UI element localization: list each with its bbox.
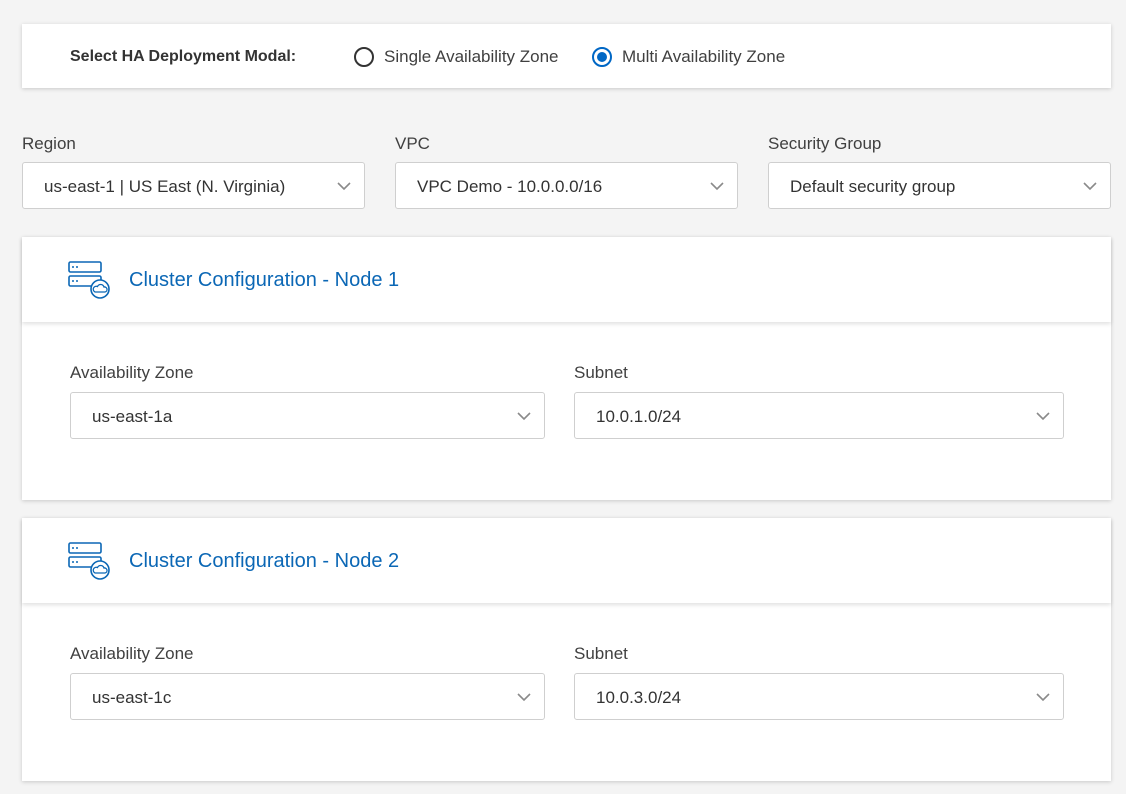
node-1-az-label: Availability Zone bbox=[70, 363, 194, 382]
vpc-select[interactable]: VPC Demo - 10.0.0.0/16 bbox=[395, 162, 738, 209]
security-group-select[interactable]: Default security group bbox=[768, 162, 1111, 209]
server-cloud-icon bbox=[68, 542, 110, 580]
region-select[interactable]: us-east-1 | US East (N. Virginia) bbox=[22, 162, 365, 209]
node-1-az-value: us-east-1a bbox=[92, 407, 173, 426]
region-value: us-east-1 | US East (N. Virginia) bbox=[44, 177, 286, 196]
chevron-down-icon bbox=[710, 182, 724, 191]
node-2-title: Cluster Configuration - Node 2 bbox=[129, 550, 400, 572]
node-1-subnet-value: 10.0.1.0/24 bbox=[596, 407, 682, 426]
chevron-down-icon bbox=[1036, 693, 1050, 702]
radio-unchecked-icon[interactable] bbox=[354, 47, 374, 67]
region-label: Region bbox=[22, 134, 76, 153]
chevron-down-icon bbox=[517, 693, 531, 702]
node-2-az-select[interactable]: us-east-1c bbox=[70, 673, 545, 720]
chevron-down-icon bbox=[337, 182, 351, 191]
radio-single-az-label: Single Availability Zone bbox=[384, 47, 559, 66]
ha-deployment-label: Select HA Deployment Modal: bbox=[70, 48, 297, 65]
node-2-az-value: us-east-1c bbox=[92, 688, 172, 707]
node-1-title: Cluster Configuration - Node 1 bbox=[129, 269, 400, 291]
node-2-header: Cluster Configuration - Node 2 bbox=[22, 518, 1111, 603]
node-2-card: Cluster Configuration - Node 2 Availabil… bbox=[22, 518, 1111, 781]
vpc-value: VPC Demo - 10.0.0.0/16 bbox=[417, 177, 603, 196]
node-2-subnet-label: Subnet bbox=[574, 644, 628, 663]
radio-multi-az-label: Multi Availability Zone bbox=[622, 47, 786, 66]
chevron-down-icon bbox=[517, 412, 531, 421]
security-group-value: Default security group bbox=[790, 177, 956, 196]
chevron-down-icon bbox=[1036, 412, 1050, 421]
radio-single-az[interactable]: Single Availability Zone bbox=[354, 44, 559, 70]
server-cloud-icon bbox=[68, 261, 110, 299]
security-group-label: Security Group bbox=[768, 134, 882, 153]
node-2-subnet-select[interactable]: 10.0.3.0/24 bbox=[574, 673, 1064, 720]
node-1-card: Cluster Configuration - Node 1 Availabil… bbox=[22, 237, 1111, 500]
ha-deployment-card: Select HA Deployment Modal: Single Avail… bbox=[22, 24, 1111, 88]
radio-checked-icon[interactable] bbox=[592, 47, 612, 67]
node-2-az-label: Availability Zone bbox=[70, 644, 194, 663]
node-2-subnet-value: 10.0.3.0/24 bbox=[596, 688, 682, 707]
chevron-down-icon bbox=[1083, 182, 1097, 191]
vpc-label: VPC bbox=[395, 134, 430, 153]
node-1-subnet-label: Subnet bbox=[574, 363, 628, 382]
node-1-az-select[interactable]: us-east-1a bbox=[70, 392, 545, 439]
node-1-header: Cluster Configuration - Node 1 bbox=[22, 237, 1111, 322]
radio-multi-az[interactable]: Multi Availability Zone bbox=[592, 44, 785, 70]
node-1-subnet-select[interactable]: 10.0.1.0/24 bbox=[574, 392, 1064, 439]
